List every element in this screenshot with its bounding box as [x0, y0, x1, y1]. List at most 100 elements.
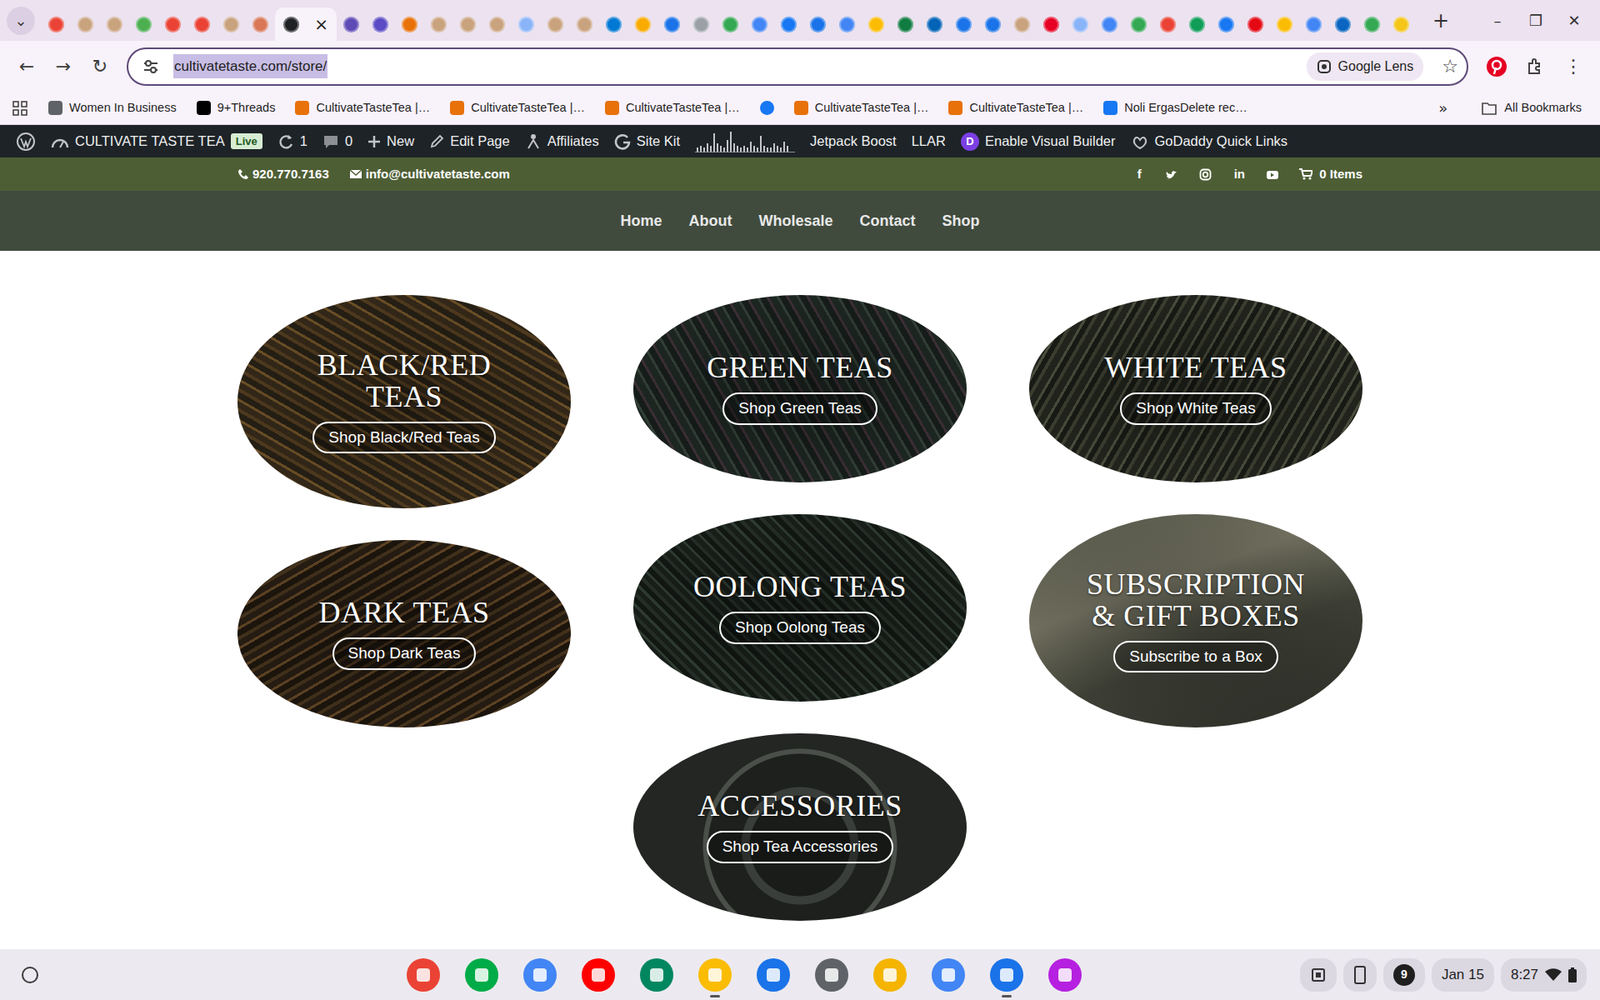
category-button[interactable]: Shop Dark Teas [332, 637, 477, 670]
browser-tab[interactable] [1124, 7, 1154, 41]
browser-tab[interactable] [365, 7, 395, 41]
shelf-app[interactable] [923, 949, 974, 1000]
browser-tab[interactable] [1095, 7, 1125, 41]
category-tile[interactable]: GREEN TEASShop Green Teas [633, 295, 967, 483]
browser-tab[interactable] [1036, 7, 1066, 41]
browser-tab[interactable] [599, 7, 629, 41]
browser-menu-button[interactable]: ⋮ [1556, 50, 1590, 84]
bookmark-item[interactable]: CultivateTasteTea |… [941, 96, 1090, 120]
restore-button[interactable]: ❐ [1516, 13, 1555, 29]
shelf-app[interactable] [806, 949, 857, 1000]
tab-search-button[interactable]: ⌄ [6, 6, 35, 35]
browser-tab[interactable] [920, 7, 950, 41]
browser-tab[interactable] [1211, 7, 1241, 41]
browser-tab[interactable] [482, 7, 512, 41]
close-tab-button[interactable]: × [314, 15, 329, 33]
browser-tab[interactable] [540, 7, 570, 41]
browser-tab[interactable] [336, 7, 366, 41]
cart-link[interactable]: 0 Items [1299, 165, 1363, 185]
bookmark-item[interactable]: CultivateTasteTea |… [288, 96, 437, 120]
browser-tab[interactable] [100, 7, 130, 41]
browser-tab[interactable] [715, 7, 745, 41]
bookmark-item[interactable]: CultivateTasteTea |… [787, 96, 936, 120]
shelf-app[interactable] [515, 949, 565, 1000]
browser-tab[interactable] [453, 7, 483, 41]
shelf-app[interactable] [981, 949, 1032, 1000]
site-settings-icon[interactable] [141, 57, 160, 76]
facebook-link[interactable]: f [1132, 165, 1146, 185]
email-link[interactable]: info@cultivatetaste.com [349, 165, 510, 185]
browser-tab[interactable] [70, 7, 100, 41]
browser-tab[interactable] [1386, 7, 1416, 41]
shelf-app[interactable] [1040, 949, 1090, 1000]
category-tile[interactable]: OOLONG TEASShop Oolong Teas [633, 514, 967, 702]
browser-tab[interactable] [395, 7, 425, 41]
minimize-button[interactable]: – [1478, 13, 1517, 29]
twitter-icon[interactable] [1165, 168, 1180, 181]
nav-link[interactable]: Wholesale [758, 206, 833, 236]
browser-tab[interactable] [424, 7, 454, 41]
bookmark-item[interactable]: CultivateTasteTea |… [443, 96, 592, 120]
instagram-icon[interactable] [1199, 168, 1213, 181]
browser-tab[interactable] [774, 7, 804, 41]
browser-tab[interactable] [628, 7, 658, 41]
bookmark-item[interactable]: Women In Business [41, 96, 184, 120]
notifications-button[interactable]: 9 [1383, 958, 1425, 992]
updates-menu[interactable]: 1 [270, 125, 315, 158]
browser-tab[interactable] [129, 7, 159, 41]
browser-tab[interactable] [1270, 7, 1300, 41]
category-button[interactable]: Shop Green Teas [722, 392, 878, 425]
browser-tab[interactable] [245, 7, 275, 41]
stats-sparkline[interactable] [687, 125, 803, 158]
nav-link[interactable]: About [689, 206, 733, 236]
bookmark-item[interactable]: Noli ErgasDelete rec… [1096, 96, 1254, 120]
godaddy-menu[interactable]: GoDaddy Quick Links [1123, 125, 1296, 158]
address-bar[interactable]: cultivatetaste.com/store/Google Lens ☆ [126, 47, 1469, 86]
category-button[interactable]: Shop Oolong Teas [719, 611, 881, 645]
new-content-menu[interactable]: New [360, 125, 422, 158]
phone-link[interactable]: 920.770.7163 [237, 165, 330, 185]
url-text[interactable]: cultivatetaste.com/store/ [173, 54, 328, 80]
shelf-app[interactable] [573, 949, 624, 1000]
comments-menu[interactable]: 0 [315, 125, 360, 158]
browser-tab[interactable] [1153, 7, 1183, 41]
site-name-menu[interactable]: CULTIVATE TASTE TEALive [43, 125, 270, 158]
browser-tab[interactable] [511, 7, 541, 41]
category-tile[interactable]: BLACK/RED TEASShop Black/Red Teas [237, 295, 571, 509]
close-window-button[interactable]: ✕ [1555, 13, 1594, 29]
forward-button[interactable]: → [46, 50, 80, 84]
category-button[interactable]: Shop White Teas [1120, 392, 1271, 425]
bookmark-item[interactable]: 9+Threads [190, 96, 283, 120]
bookmark-item[interactable] [753, 98, 781, 118]
google-lens-button[interactable]: Google Lens [1306, 52, 1425, 81]
bookmark-star-button[interactable]: ☆ [1441, 57, 1459, 76]
category-button[interactable]: Shop Tea Accessories [706, 830, 895, 864]
category-button[interactable]: Shop Black/Red Teas [312, 421, 495, 455]
browser-tab[interactable] [1182, 7, 1212, 41]
apps-grid-icon[interactable] [11, 100, 29, 117]
quick-settings-button[interactable]: 8:27 [1500, 958, 1587, 992]
llar-menu[interactable]: LLAR [904, 125, 954, 158]
browser-tab[interactable] [1065, 7, 1095, 41]
browser-tab[interactable] [890, 7, 920, 41]
browser-tab[interactable] [1299, 7, 1329, 41]
all-bookmarks-button[interactable]: All Bookmarks [1474, 96, 1589, 120]
category-tile[interactable]: ACCESSORIESShop Tea Accessories [633, 733, 967, 921]
browser-tab[interactable] [1240, 7, 1270, 41]
holding-space-button[interactable] [1300, 958, 1337, 992]
nav-link[interactable]: Home [620, 206, 662, 236]
new-tab-button[interactable]: + [1427, 10, 1455, 31]
launcher-button[interactable] [13, 958, 47, 992]
browser-tab[interactable] [978, 7, 1008, 41]
category-tile[interactable]: WHITE TEASShop White Teas [1029, 295, 1363, 483]
linkedin-link[interactable]: in [1232, 165, 1246, 185]
bookmark-item[interactable]: CultivateTasteTea |… [598, 96, 747, 120]
reload-button[interactable]: ↻ [83, 50, 117, 84]
browser-tab[interactable] [745, 7, 775, 41]
shelf-app[interactable] [456, 949, 507, 1000]
browser-tab[interactable] [41, 7, 71, 41]
browser-tab[interactable] [1357, 7, 1387, 41]
nav-link[interactable]: Contact [860, 206, 916, 236]
browser-tab[interactable] [216, 7, 246, 41]
browser-tab[interactable] [1328, 7, 1358, 41]
